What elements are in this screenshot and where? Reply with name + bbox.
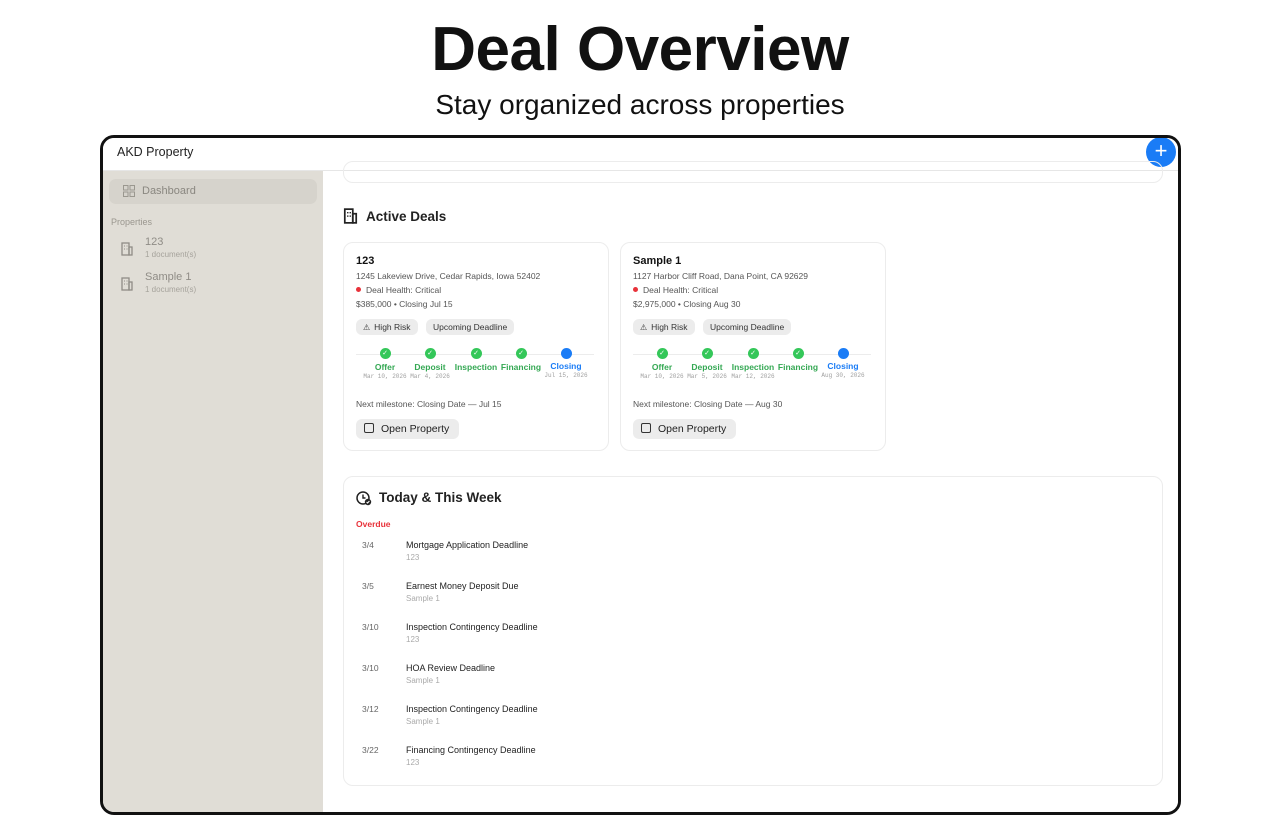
calendar-clock-icon (356, 491, 372, 506)
warning-icon: ⚠ (363, 323, 371, 332)
open-property-button[interactable]: Open Property (633, 419, 737, 439)
deal-health: Deal Health: Critical (633, 285, 718, 295)
sidebar-item-property[interactable]: Sample 1 1 document(s) (121, 271, 311, 301)
app-title: AKD Property (117, 145, 194, 159)
list-item[interactable]: 3/12 Inspection Contingency Deadline Sampl… (356, 704, 956, 734)
tag-high-risk: ⚠ High Risk (356, 319, 418, 335)
deal-card: 123 1245 Lakeview Drive, Cedar Rapids, I… (343, 242, 609, 451)
current-dot (560, 348, 572, 359)
hero-subtitle: Stay organized across properties (435, 89, 845, 120)
deal-price: $2,975,000 • Closing Aug 30 (633, 299, 741, 309)
next-milestone: Next milestone: Closing Date — Jul 15 (356, 399, 502, 409)
sidebar-item-sub: 1 document(s) (145, 250, 197, 259)
deal-card: Sample 1 1127 Harbor Cliff Road, Dana Po… (620, 242, 886, 451)
open-property-button[interactable]: Open Property (356, 419, 460, 439)
deal-name: Sample 1 (633, 255, 682, 267)
tag-upcoming-deadline: Upcoming Deadline (426, 319, 515, 335)
summary-card (343, 161, 1163, 183)
open-icon (641, 423, 651, 433)
sidebar-item-property[interactable]: 123 1 document(s) (121, 236, 311, 266)
check-icon: ✓ (656, 348, 668, 359)
next-milestone: Next milestone: Closing Date — Aug 30 (633, 399, 783, 409)
plus-icon: + (1154, 138, 1168, 163)
building-icon (121, 242, 133, 256)
sidebar-section-label: Properties (111, 217, 153, 227)
overdue-label: Overdue (356, 519, 391, 529)
sidebar-item-name: 123 (145, 236, 164, 248)
milestone-current: Closing Aug 30, 2026 (813, 348, 873, 379)
check-icon: ✓ (379, 348, 391, 359)
sidebar-item-name: Sample 1 (145, 271, 192, 283)
tag-high-risk: ⚠ High Risk (633, 319, 695, 335)
deal-price: $385,000 • Closing Jul 15 (356, 299, 453, 309)
deal-health: Deal Health: Critical (356, 285, 441, 295)
current-dot (837, 348, 849, 359)
building-icon (121, 277, 133, 291)
check-icon: ✓ (470, 348, 482, 359)
deal-address: 1127 Harbor Cliff Road, Dana Point, CA 9… (633, 271, 808, 281)
section-title-active-deals: Active Deals (366, 209, 447, 224)
sidebar-item-dashboard[interactable]: Dashboard (109, 179, 317, 204)
warning-icon: ⚠ (640, 323, 648, 332)
sidebar-item-label: Dashboard (142, 185, 196, 197)
tag-upcoming-deadline: Upcoming Deadline (703, 319, 792, 335)
open-icon (364, 423, 374, 433)
sidebar-item-sub: 1 document(s) (145, 285, 197, 294)
check-icon: ✓ (515, 348, 527, 359)
list-item[interactable]: 3/22 Financing Contingency Deadline 123 (356, 745, 956, 775)
grid-icon (123, 185, 135, 197)
status-dot (633, 287, 638, 292)
check-icon: ✓ (701, 348, 713, 359)
check-icon: ✓ (424, 348, 436, 359)
app-window: AKD Property + Dashboard Properties 123 … (100, 135, 1181, 815)
main-content: Active Deals 123 1245 Lakeview Drive, Ce… (323, 161, 1178, 812)
check-icon: ✓ (747, 348, 759, 359)
this-week-card: Today & This Week Overdue 3/4 Mortgage Ap… (343, 476, 1163, 786)
sidebar: Dashboard Properties 123 1 document(s) S… (103, 171, 323, 812)
section-title-this-week: Today & This Week (379, 490, 502, 505)
list-item[interactable]: 3/4 Mortgage Application Deadline 123 (356, 540, 956, 570)
status-dot (356, 287, 361, 292)
building-icon (343, 208, 358, 224)
list-item[interactable]: 3/10 Inspection Contingency Deadline 123 (356, 622, 956, 652)
list-item[interactable]: 3/10 HOA Review Deadline Sample 1 (356, 663, 956, 693)
deal-address: 1245 Lakeview Drive, Cedar Rapids, Iowa … (356, 271, 541, 281)
list-item[interactable]: 3/5 Earnest Money Deposit Due Sample 1 (356, 581, 956, 611)
hero-title: Deal Overview (431, 15, 849, 84)
deal-name: 123 (356, 255, 375, 267)
check-icon: ✓ (792, 348, 804, 359)
milestone-current: Closing Jul 15, 2026 (536, 348, 596, 379)
